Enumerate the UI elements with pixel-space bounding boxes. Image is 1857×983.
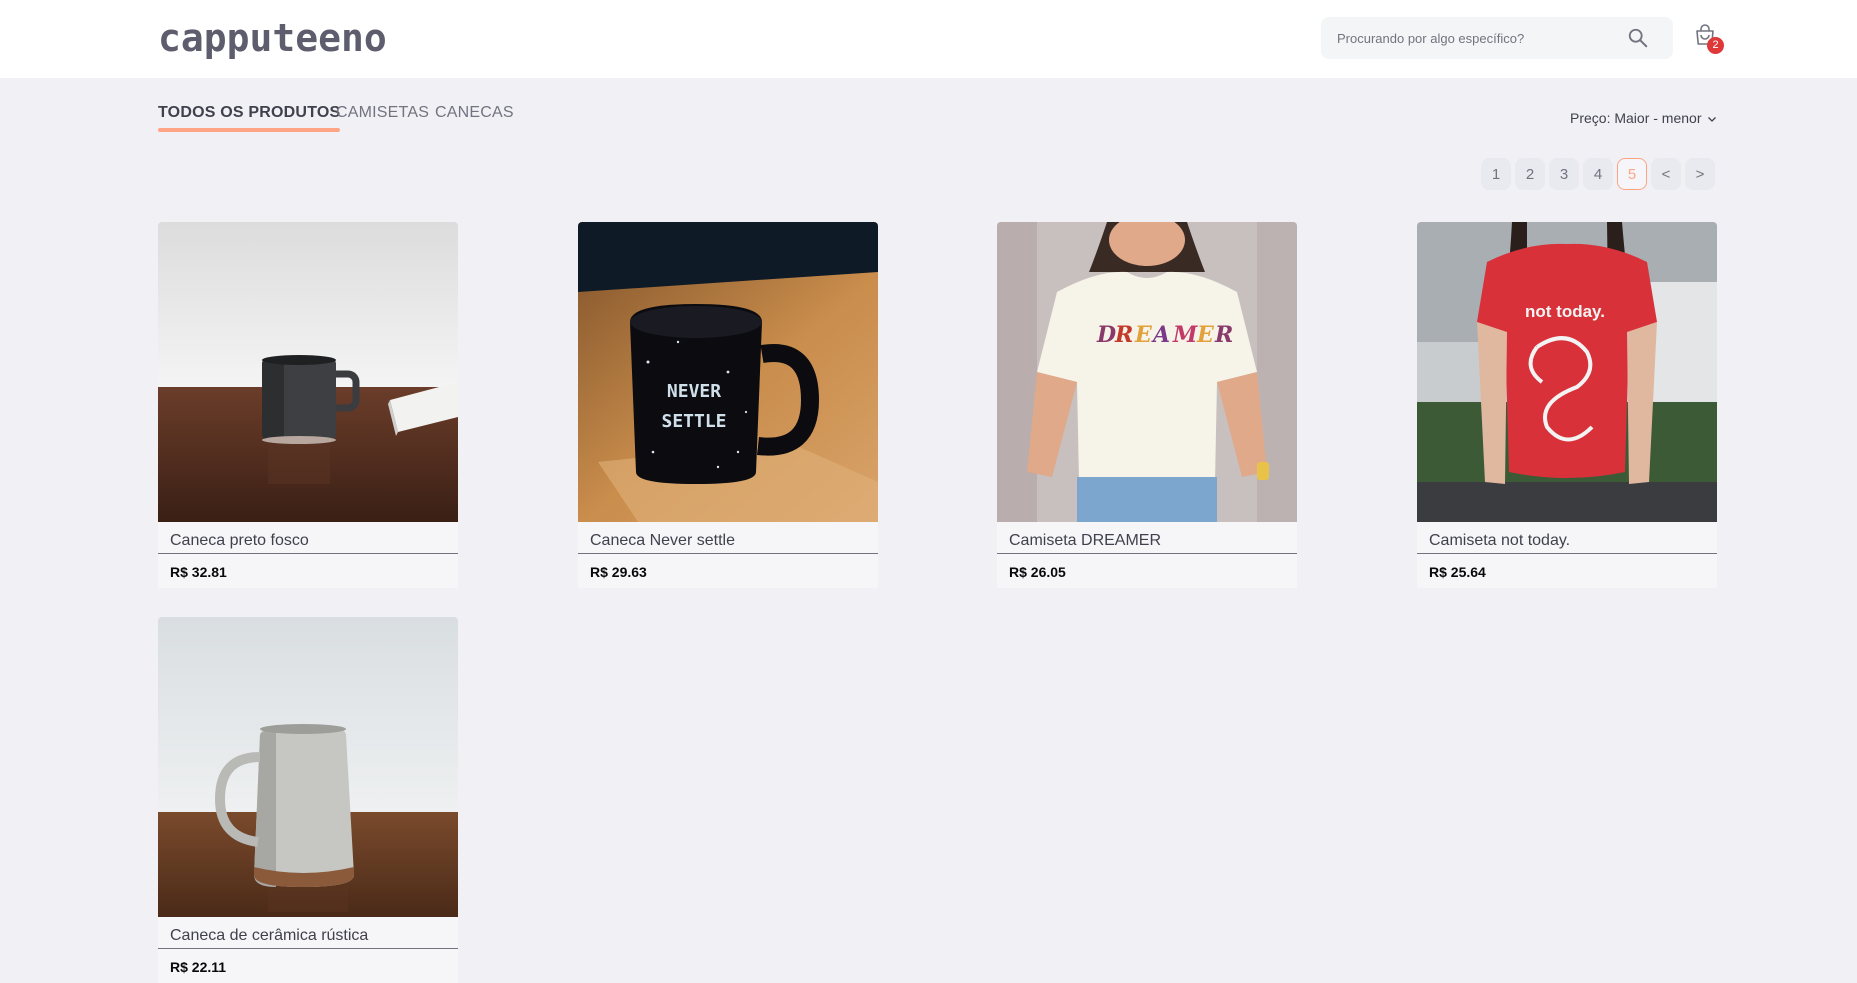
cart-count-badge: 2 [1707, 37, 1724, 54]
sort-dropdown[interactable]: Preço: Maior - menor [1570, 110, 1717, 126]
svg-text:E: E [1134, 322, 1153, 348]
tab-all-products[interactable]: TODOS OS PRODUTOS [158, 104, 341, 132]
product-card[interactable]: NEVER SETTLE Caneca Never settle R$ 29.6… [578, 222, 878, 588]
product-name: Caneca preto fosco [170, 532, 309, 549]
product-price: R$ 29.63 [590, 564, 647, 580]
search-input[interactable] [1321, 17, 1621, 59]
svg-text:R: R [1114, 322, 1133, 348]
chevron-down-icon [1708, 117, 1717, 123]
page-button-5[interactable]: 5 [1617, 158, 1647, 190]
search-bar [1321, 17, 1673, 59]
product-image [158, 617, 458, 917]
svg-text:NEVER: NEVER [667, 381, 721, 402]
card-divider [1417, 553, 1717, 554]
product-price: R$ 32.81 [170, 564, 227, 580]
product-name: Camiseta not today. [1429, 532, 1571, 549]
top-header: capputeeno 2 [0, 0, 1857, 78]
svg-text:SETTLE: SETTLE [661, 411, 726, 432]
product-name: Camiseta DREAMER [1009, 532, 1162, 549]
product-card[interactable]: Caneca de cerâmica rústica R$ 22.11 [158, 617, 458, 983]
product-card[interactable]: not today. Camiseta not today. R$ 25.64 [1417, 222, 1717, 588]
product-price: R$ 22.11 [170, 959, 227, 975]
search-icon[interactable] [1627, 27, 1649, 49]
product-price: R$ 25.64 [1429, 564, 1486, 580]
product-image [158, 222, 458, 522]
svg-text:not today.: not today. [1525, 302, 1605, 321]
tab-mugs[interactable]: CANECAS [435, 104, 514, 122]
page-button-4[interactable]: 4 [1583, 158, 1613, 190]
brand-logo[interactable]: capputeeno [158, 16, 387, 60]
svg-text:A: A [1151, 322, 1170, 348]
product-card[interactable]: D R E A M E R Camiseta DREAMER R$ 26.05 [997, 222, 1297, 588]
tab-shirts[interactable]: CAMISETAS [336, 104, 429, 122]
svg-text:M: M [1172, 322, 1198, 348]
product-name: Caneca de cerâmica rústica [170, 927, 369, 944]
svg-text:R: R [1214, 322, 1233, 348]
page-button-1[interactable]: 1 [1481, 158, 1511, 190]
product-price: R$ 26.05 [1009, 564, 1066, 580]
sort-label: Preço: Maior - menor [1570, 110, 1702, 126]
card-divider [158, 948, 458, 949]
product-image: D R E A M E R [997, 222, 1297, 522]
product-image: not today. [1417, 222, 1717, 522]
prev-page-button[interactable]: < [1651, 158, 1681, 190]
page-button-2[interactable]: 2 [1515, 158, 1545, 190]
product-name: Caneca Never settle [590, 532, 735, 549]
next-page-button[interactable]: > [1685, 158, 1715, 190]
card-divider [997, 553, 1297, 554]
svg-text:D: D [1096, 322, 1116, 348]
card-divider [158, 553, 458, 554]
product-card[interactable]: Caneca preto fosco R$ 32.81 [158, 222, 458, 588]
page-button-3[interactable]: 3 [1549, 158, 1579, 190]
cart-button[interactable]: 2 [1693, 24, 1729, 56]
card-divider [578, 553, 878, 554]
product-image: NEVER SETTLE [578, 222, 878, 522]
svg-text:E: E [1196, 322, 1215, 348]
